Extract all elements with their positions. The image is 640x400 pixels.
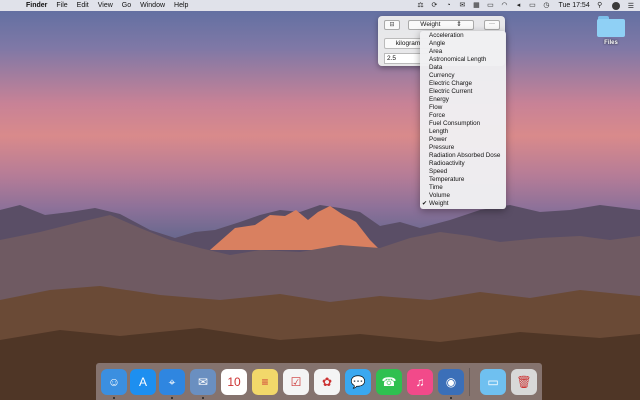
- dropdown-item-area[interactable]: Area: [420, 48, 506, 56]
- category-dropdown-menu: Acceleration Angle Area Astronomical Length…: [420, 31, 506, 209]
- dock-trash-icon[interactable]: 🗑: [511, 369, 537, 395]
- dock-finder-icon[interactable]: ☺: [101, 369, 127, 395]
- dropdown-item-label: Flow: [429, 104, 443, 111]
- checkmark-icon: ✔: [422, 201, 428, 207]
- dropdown-item-label: Volume: [429, 192, 451, 199]
- dock-photos-icon[interactable]: ✿: [314, 369, 340, 395]
- dropdown-item-weight[interactable]: ✔ Weight: [420, 200, 506, 208]
- sync-icon[interactable]: ⟳: [430, 2, 438, 10]
- dropdown-item-length[interactable]: Length: [420, 128, 506, 136]
- dropdown-item-astronomical-length[interactable]: Astronomical Length: [420, 56, 506, 64]
- dropdown-item-pressure[interactable]: Pressure: [420, 144, 506, 152]
- status-menus: ⚖ ⟳ ◔ ✉ ▦ ▭ ◠ ◂ ▭ ◷ Tue 17:54 ⚲ ☰: [410, 0, 640, 11]
- dropdown-item-label: Speed: [429, 168, 448, 175]
- menu-finder[interactable]: Finder: [26, 0, 47, 11]
- timer-icon[interactable]: ◔: [444, 2, 452, 10]
- dropdown-item-time[interactable]: Time: [420, 184, 506, 192]
- category-select-label: Weight: [420, 21, 441, 28]
- dock-safari-icon[interactable]: ⌖: [159, 369, 185, 395]
- dropdown-item-label: Astronomical Length: [429, 56, 487, 63]
- dropdown-item-power[interactable]: Power: [420, 136, 506, 144]
- volume-icon[interactable]: ◂: [514, 2, 522, 10]
- dropdown-item-data[interactable]: Data: [420, 64, 506, 72]
- dropdown-item-currency[interactable]: Currency: [420, 72, 506, 80]
- dropdown-item-label: Length: [429, 128, 449, 135]
- dropdown-item-acceleration[interactable]: Acceleration: [420, 32, 506, 40]
- menu-help[interactable]: Help: [174, 0, 188, 11]
- dropdown-item-energy[interactable]: Energy: [420, 96, 506, 104]
- running-indicator: [450, 397, 452, 399]
- dropdown-item-label: Area: [429, 48, 443, 55]
- dropdown-item-temperature[interactable]: Temperature: [420, 176, 506, 184]
- folder-icon: [597, 16, 625, 37]
- dock-itunes-icon[interactable]: ♫: [407, 369, 433, 395]
- dock-downloads-icon[interactable]: ▭: [480, 369, 506, 395]
- running-indicator: [113, 397, 115, 399]
- dropdown-item-label: Weight: [429, 200, 449, 207]
- desktop-folder-label: Files: [604, 40, 618, 46]
- dropdown-item-label: Force: [429, 112, 446, 119]
- dock-facetime-icon[interactable]: ☎: [376, 369, 402, 395]
- clock-icon[interactable]: ◷: [542, 2, 550, 10]
- spotlight-icon[interactable]: ⚲: [596, 2, 604, 10]
- menu-go[interactable]: Go: [122, 0, 131, 11]
- converter-icon[interactable]: ⚖: [416, 2, 424, 10]
- grid-icon[interactable]: ▦: [472, 2, 480, 10]
- dropdown-item-electric-current[interactable]: Electric Current: [420, 88, 506, 96]
- notification-icon[interactable]: ☰: [628, 2, 634, 10]
- more-button[interactable]: ···: [484, 20, 500, 30]
- battery-icon[interactable]: ▭: [528, 2, 536, 10]
- dropdown-item-volume[interactable]: Volume: [420, 192, 506, 200]
- menu-clock[interactable]: Tue 17:54: [558, 2, 589, 9]
- dropdown-item-label: Power: [429, 136, 447, 143]
- wifi-icon[interactable]: ◠: [500, 2, 508, 10]
- dropdown-item-label: Temperature: [429, 176, 465, 183]
- dropdown-item-label: Time: [429, 184, 443, 191]
- display-icon[interactable]: ▭: [486, 2, 494, 10]
- book-icon[interactable]: ⊟: [384, 20, 400, 30]
- dropdown-item-label: Currency: [429, 72, 455, 79]
- dropdown-item-angle[interactable]: Angle: [420, 40, 506, 48]
- dropdown-item-label: Pressure: [429, 144, 455, 151]
- dropdown-item-label: Angle: [429, 40, 446, 47]
- dock: ☺ A ⌖ ✉ 10 ≡ ☑ ✿ 💬 ☎ ♫ ◉ ▭ 🗑: [96, 363, 542, 400]
- menu-bar: Finder File Edit View Go Window Help ⚖ ⟳…: [0, 0, 640, 11]
- running-indicator: [202, 397, 204, 399]
- dropdown-item-label: Radioactivity: [429, 160, 465, 167]
- category-select[interactable]: Weight ⇕: [408, 20, 474, 30]
- user-icon[interactable]: [611, 1, 620, 10]
- menu-edit[interactable]: Edit: [77, 0, 89, 11]
- dropdown-item-label: Data: [429, 64, 443, 71]
- dropdown-item-speed[interactable]: Speed: [420, 168, 506, 176]
- dock-app-store-icon[interactable]: A: [130, 369, 156, 395]
- dropdown-item-label: Acceleration: [429, 32, 464, 39]
- menu-file[interactable]: File: [56, 0, 67, 11]
- dock-calendar-icon[interactable]: 10: [221, 369, 247, 395]
- dock-reminders-icon[interactable]: ☑: [283, 369, 309, 395]
- dropdown-item-flow[interactable]: Flow: [420, 104, 506, 112]
- dock-tweetbot-icon[interactable]: ◉: [438, 369, 464, 395]
- select-arrows-icon: ⇕: [456, 21, 462, 28]
- mail-icon[interactable]: ✉: [458, 2, 466, 10]
- dock-separator: [469, 368, 470, 396]
- dropdown-item-force[interactable]: Force: [420, 112, 506, 120]
- dropdown-item-radiation-absorbed-dose[interactable]: Radiation Absorbed Dose: [420, 152, 506, 160]
- dropdown-item-radioactivity[interactable]: Radioactivity: [420, 160, 506, 168]
- dropdown-item-label: Radiation Absorbed Dose: [429, 152, 501, 159]
- dropdown-item-label: Electric Current: [429, 88, 473, 95]
- desktop-folder[interactable]: Files: [594, 16, 628, 46]
- running-indicator: [171, 397, 173, 399]
- dropdown-item-fuel-consumption[interactable]: Fuel Consumption: [420, 120, 506, 128]
- dock-notes-icon[interactable]: ≡: [252, 369, 278, 395]
- dock-messages-icon[interactable]: 💬: [345, 369, 371, 395]
- dock-mail-icon[interactable]: ✉: [190, 369, 216, 395]
- menu-view[interactable]: View: [98, 0, 113, 11]
- dropdown-item-label: Electric Charge: [429, 80, 473, 87]
- desktop-wallpaper: [0, 0, 640, 400]
- dropdown-item-label: Fuel Consumption: [429, 120, 481, 127]
- dropdown-item-label: Energy: [429, 96, 449, 103]
- dropdown-item-electric-charge[interactable]: Electric Charge: [420, 80, 506, 88]
- menu-window[interactable]: Window: [140, 0, 165, 11]
